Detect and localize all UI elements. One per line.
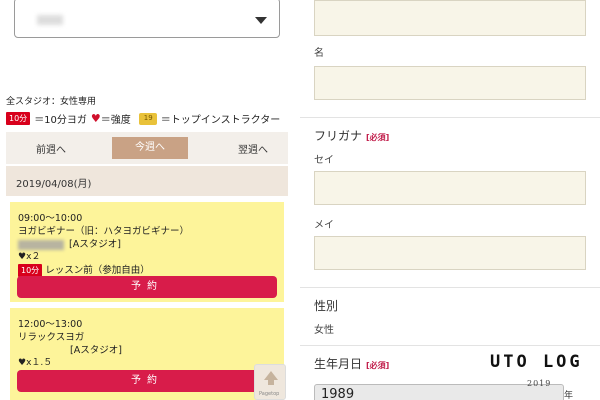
lesson-name: ヨガビギナー（旧：ハタヨガビギナー） xyxy=(18,226,190,237)
furigana-title: フリガナ xyxy=(314,129,363,143)
legend: 10分 ＝10分ヨガ ♥ ＝強度 ＝トップインストラクター xyxy=(6,111,284,126)
lesson-intensity: ♥x２ xyxy=(18,249,40,262)
watermark-logo: UTO LOG xyxy=(490,352,583,372)
prev-week-link[interactable]: 前週へ xyxy=(36,141,66,156)
lesson-name: リラックスヨガ xyxy=(18,332,85,343)
last-name-input[interactable] xyxy=(314,0,586,36)
gender-value: 女性 xyxy=(314,325,334,336)
first-name-input[interactable] xyxy=(314,66,586,100)
intensity-value: x２ xyxy=(26,252,41,262)
divider xyxy=(300,287,600,288)
gender-title: 性別 xyxy=(314,299,339,313)
top-instructor-legend-text: ＝トップインストラクター xyxy=(160,115,281,126)
crown-icon xyxy=(138,112,157,125)
lesson-studio: [Aスタジオ] xyxy=(69,239,121,250)
mei-input[interactable] xyxy=(314,236,586,270)
required-badge: [必須] xyxy=(366,133,390,142)
heart-icon: ♥ xyxy=(18,358,27,368)
mei-label: メイ xyxy=(314,220,334,231)
chevron-down-icon xyxy=(255,17,267,24)
next-week-link[interactable]: 翌週へ xyxy=(238,141,268,156)
lesson-time: 09:00〜10:00 xyxy=(18,213,83,224)
schedule-panel: 全スタジオ：女性専用 10分 ＝10分ヨガ ♥ ＝強度 ＝トップインストラクター… xyxy=(0,0,292,400)
birthdate-title: 生年月日 xyxy=(314,357,363,371)
sei-input[interactable] xyxy=(314,171,586,205)
heart-icon: ♥ xyxy=(18,252,27,262)
lesson-tag-row: 10分 レッスン前（参加自由） xyxy=(18,262,150,277)
lesson-tag-text: レッスン前（参加自由） xyxy=(45,265,150,276)
divider xyxy=(300,345,600,346)
instructor-name-blurred xyxy=(18,239,64,250)
lesson-instructor-row: [Aスタジオ] xyxy=(18,236,121,250)
week-navigation: 前週へ 今週へ 翌週へ xyxy=(6,132,288,164)
intensity-value: x１.５ xyxy=(26,358,53,368)
lesson-card: 09:00〜10:00 ヨガビギナー（旧：ハタヨガビギナー） [Aスタジオ] ♥… xyxy=(10,202,284,302)
ten-minute-legend-text: ＝10分ヨガ xyxy=(34,115,87,126)
studio-note: 全スタジオ：女性専用 xyxy=(6,97,97,107)
birthdate-heading: 生年月日 [必須] xyxy=(314,355,389,372)
page-top-label: Pagetop xyxy=(259,391,280,397)
year-unit-label: 年 xyxy=(564,391,574,400)
reserve-button[interactable]: 予約 xyxy=(17,276,277,298)
divider xyxy=(300,117,600,118)
sei-label: セイ xyxy=(314,155,334,166)
lesson-studio: [Aスタジオ] xyxy=(70,345,122,356)
page-top-button[interactable]: Pagetop xyxy=(254,364,286,400)
lesson-time: 12:00〜13:00 xyxy=(18,319,83,330)
arrow-up-icon-stem xyxy=(268,379,274,385)
this-week-button[interactable]: 今週へ xyxy=(112,137,188,159)
watermark-year: 2019 xyxy=(527,379,552,388)
schedule-date: 2019/04/08(月) xyxy=(16,179,92,190)
furigana-heading: フリガナ [必須] xyxy=(314,127,389,144)
intensity-legend-text: ＝強度 xyxy=(100,115,131,126)
birth-year-value: 1989 xyxy=(321,387,355,400)
date-header: 2019/04/08(月) xyxy=(6,166,288,196)
reserve-button[interactable]: 予約 xyxy=(17,370,277,392)
ten-minute-badge: 10分 xyxy=(6,112,31,125)
first-name-label: 名 xyxy=(314,48,324,59)
lesson-card: 12:00〜13:00 リラックスヨガ [Aスタジオ] ♥x１.５ 予約 xyxy=(10,308,284,400)
required-badge: [必須] xyxy=(366,361,390,370)
studio-select[interactable] xyxy=(14,0,280,38)
heart-icon: ♥ xyxy=(90,112,101,125)
registration-form: 名 フリガナ [必須] セイ メイ 性別 女性 生年月日 [必須] 1989 年 xyxy=(300,0,600,400)
studio-select-value xyxy=(37,15,63,25)
lesson-intensity: ♥x１.５ xyxy=(18,355,52,368)
